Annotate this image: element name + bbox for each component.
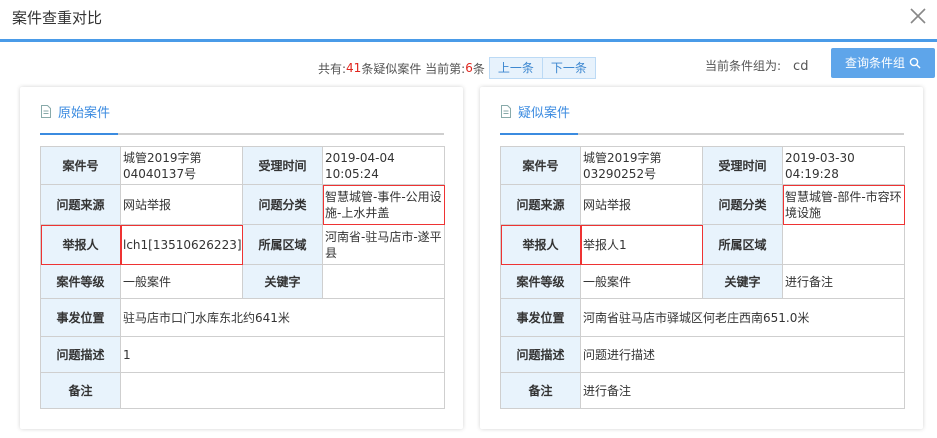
- description-label: 问题描述: [500, 336, 581, 373]
- remark-value: [120, 372, 445, 409]
- remark-label: 备注: [500, 372, 581, 409]
- close-icon[interactable]: [909, 7, 927, 25]
- category-label: 问题分类: [702, 184, 783, 225]
- description-value: 问题进行描述: [580, 336, 905, 373]
- time-value: 2019-03-30 04:19:28: [782, 146, 905, 185]
- similar-case-header: 疑似案件: [500, 101, 570, 121]
- prev-button[interactable]: 上一条: [488, 57, 543, 79]
- condition-group: 当前条件组为: cd: [705, 57, 808, 74]
- next-button[interactable]: 下一条: [542, 57, 596, 79]
- category-label: 问题分类: [242, 184, 323, 225]
- remark-value: 进行备注: [580, 372, 905, 409]
- total-suffix: 条疑似案件 当前第:: [361, 61, 466, 76]
- original-case-title: 原始案件: [58, 105, 111, 121]
- dialog-titlebar: 案件查重对比: [0, 0, 937, 42]
- region-value: 河南省-驻马店市-遂平县: [322, 224, 445, 265]
- search-icon: [909, 57, 921, 69]
- current-suffix: 条: [472, 61, 485, 76]
- location-label: 事发位置: [40, 298, 121, 337]
- case-no-value: 城管2019字第03290252号: [580, 146, 703, 185]
- original-case-table: 案件号 城管2019字第04040137号 受理时间 2019-04-04 10…: [40, 146, 445, 409]
- category-value: 智慧城管-事件-公用设施-上水井盖: [322, 184, 445, 225]
- location-label: 事发位置: [500, 298, 581, 337]
- document-icon: [501, 104, 511, 118]
- similar-case-title: 疑似案件: [518, 105, 571, 121]
- time-value: 2019-04-04 10:05:24: [322, 146, 445, 185]
- description-value: 1: [120, 336, 445, 373]
- source-value: 网站举报: [120, 184, 243, 225]
- reporter-value: lch1[13510626223]: [120, 224, 243, 265]
- location-value: 驻马店市口门水库东北约641米: [120, 298, 445, 337]
- original-case-header: 原始案件: [40, 101, 110, 121]
- query-condition-button[interactable]: 查询条件组: [831, 48, 935, 78]
- level-label: 案件等级: [40, 264, 121, 299]
- query-button-label: 查询条件组: [844, 56, 905, 70]
- location-value: 河南省驻马店市驿城区何老庄西南651.0米: [580, 298, 905, 337]
- description-label: 问题描述: [40, 336, 121, 373]
- similar-case-table: 案件号 城管2019字第03290252号 受理时间 2019-03-30 04…: [500, 146, 905, 409]
- time-label: 受理时间: [242, 146, 323, 185]
- reporter-value: 举报人1: [580, 224, 703, 265]
- keyword-value: [322, 264, 445, 299]
- original-case-panel: 原始案件 案件号 城管2019字第04040137号 受理时间 2019-04-…: [20, 87, 463, 429]
- similar-case-panel: 疑似案件 案件号 城管2019字第03290252号 受理时间 2019-03-…: [480, 87, 923, 429]
- region-label: 所属区域: [702, 224, 783, 265]
- reporter-label: 举报人: [500, 224, 581, 265]
- source-label: 问题来源: [500, 184, 581, 225]
- document-icon: [41, 104, 51, 118]
- total-count: 41: [346, 61, 362, 75]
- level-label: 案件等级: [500, 264, 581, 299]
- region-value: [782, 224, 905, 265]
- keyword-value: 进行备注: [782, 264, 905, 299]
- dialog-title: 案件查重对比: [12, 9, 103, 27]
- level-value: 一般案件: [120, 264, 243, 299]
- condition-label: 当前条件组为:: [705, 59, 782, 73]
- reporter-label: 举报人: [40, 224, 121, 265]
- region-label: 所属区域: [242, 224, 323, 265]
- level-value: 一般案件: [580, 264, 703, 299]
- total-prefix: 共有:: [318, 61, 347, 76]
- header-divider: [40, 133, 444, 135]
- case-no-label: 案件号: [500, 146, 581, 185]
- case-no-value: 城管2019字第04040137号: [120, 146, 243, 185]
- current-index: 6: [465, 61, 473, 75]
- category-value: 智慧城管-部件-市容环境设施: [782, 184, 905, 225]
- source-value: 网站举报: [580, 184, 703, 225]
- keyword-label: 关键字: [242, 264, 323, 299]
- remark-label: 备注: [40, 372, 121, 409]
- case-no-label: 案件号: [40, 146, 121, 185]
- source-label: 问题来源: [40, 184, 121, 225]
- case-navigation: 共有: 41 条疑似案件 当前第: 6 条 上一条 下一条: [318, 57, 596, 79]
- condition-value: cd: [793, 59, 809, 74]
- header-divider: [500, 133, 904, 135]
- keyword-label: 关键字: [702, 264, 783, 299]
- time-label: 受理时间: [702, 146, 783, 185]
